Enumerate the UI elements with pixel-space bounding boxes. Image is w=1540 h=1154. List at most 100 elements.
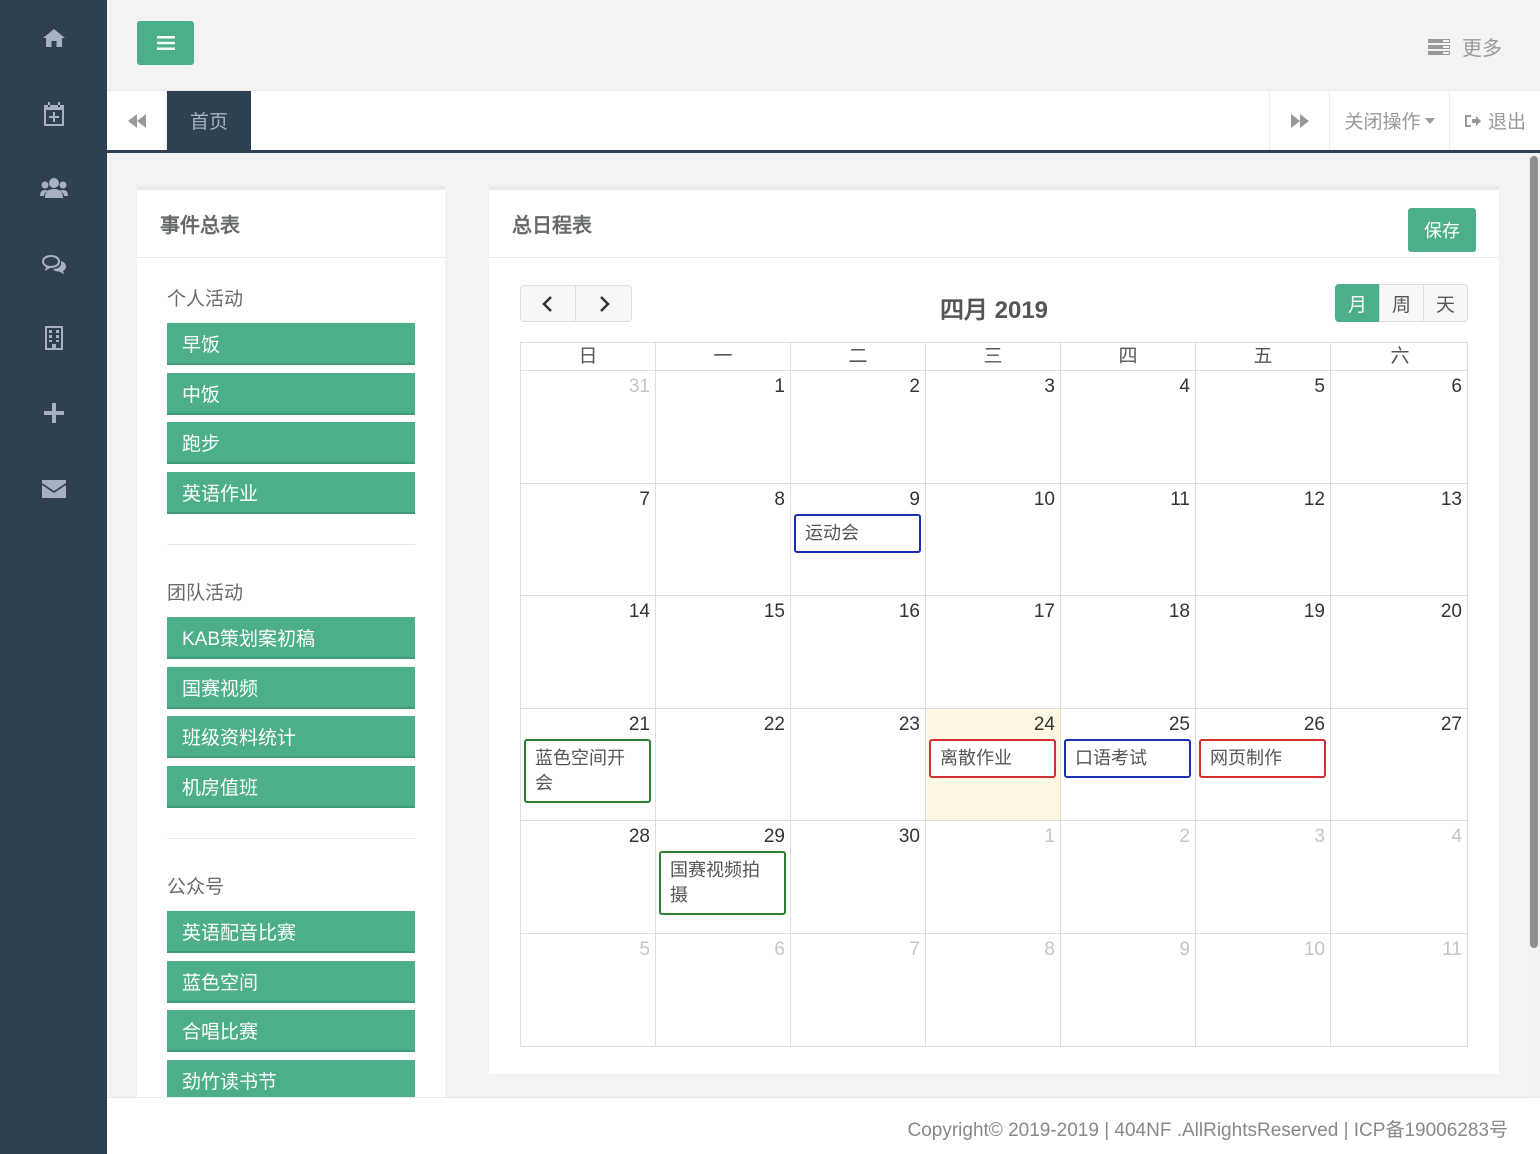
day-cell[interactable]: 7 bbox=[521, 483, 656, 595]
more-menu[interactable]: 更多 bbox=[1428, 32, 1502, 61]
day-cell[interactable]: 30 bbox=[791, 821, 926, 933]
day-cell[interactable]: 2 bbox=[1061, 821, 1196, 933]
external-event-item[interactable]: 英语作业 bbox=[167, 472, 415, 514]
day-cell[interactable]: 26 网页制作 bbox=[1196, 708, 1331, 820]
day-number: 4 bbox=[1451, 826, 1462, 847]
day-number: 3 bbox=[1314, 826, 1325, 847]
day-cell[interactable]: 22 bbox=[656, 708, 791, 820]
day-cell[interactable]: 4 bbox=[1331, 821, 1467, 933]
external-event-item[interactable]: 早饭 bbox=[167, 323, 415, 365]
weekday-header: 日 一 二 三 四 五 六 bbox=[520, 342, 1468, 370]
external-event-item[interactable]: 跑步 bbox=[167, 422, 415, 464]
day-cell-today[interactable]: 24 离散作业 bbox=[926, 708, 1061, 820]
sidebar-item-mail[interactable] bbox=[0, 469, 107, 509]
view-week-button[interactable]: 周 bbox=[1379, 284, 1424, 322]
external-event-item[interactable]: 合唱比赛 bbox=[167, 1010, 415, 1052]
external-event-item[interactable]: 国赛视频 bbox=[167, 667, 415, 709]
day-number: 28 bbox=[628, 826, 650, 847]
day-cell[interactable]: 20 bbox=[1331, 596, 1467, 708]
day-cell[interactable]: 19 bbox=[1196, 596, 1331, 708]
week-row: 5 6 7 8 9 10 11 bbox=[521, 933, 1467, 1047]
day-cell[interactable]: 23 bbox=[791, 708, 926, 820]
day-number: 5 bbox=[1314, 376, 1325, 397]
day-cell[interactable]: 18 bbox=[1061, 596, 1196, 708]
calendar-grid: 日 一 二 三 四 五 六 31 1 2 3 4 5 6 7 8 9 运动会 1… bbox=[520, 342, 1468, 1047]
sidebar-item-add[interactable] bbox=[0, 393, 107, 433]
more-label: 更多 bbox=[1462, 38, 1502, 60]
calendar-event[interactable]: 口语考试 bbox=[1064, 738, 1191, 778]
sidebar-item-comments[interactable] bbox=[0, 244, 107, 284]
calendar-event[interactable]: 离散作业 bbox=[929, 738, 1056, 778]
day-number: 4 bbox=[1179, 376, 1190, 397]
calendar-event[interactable]: 国赛视频拍摄 bbox=[659, 851, 786, 915]
day-number: 15 bbox=[763, 601, 785, 622]
external-event-item[interactable]: KAB策划案初稿 bbox=[167, 617, 415, 659]
events-panel: 事件总表 个人活动 早饭 中饭 跑步 英语作业 团队活动 KAB策划案初稿 国赛… bbox=[137, 186, 445, 1097]
day-cell[interactable]: 6 bbox=[656, 933, 791, 1046]
calendar-view-switcher: 月 周 天 bbox=[1335, 284, 1468, 322]
day-cell[interactable]: 29 国赛视频拍摄 bbox=[656, 821, 791, 933]
save-button[interactable]: 保存 bbox=[1408, 208, 1476, 252]
external-event-item[interactable]: 蓝色空间 bbox=[167, 961, 415, 1003]
calendar-event[interactable]: 蓝色空间开会 bbox=[524, 738, 651, 803]
tab-home[interactable]: 首页 bbox=[167, 91, 251, 150]
day-cell[interactable]: 2 bbox=[791, 371, 926, 483]
day-cell[interactable]: 3 bbox=[926, 371, 1061, 483]
day-cell[interactable]: 8 bbox=[656, 483, 791, 595]
day-number: 9 bbox=[909, 488, 920, 510]
day-cell[interactable]: 9 bbox=[1061, 933, 1196, 1046]
sign-out-icon bbox=[1464, 114, 1481, 127]
day-cell[interactable]: 14 bbox=[521, 596, 656, 708]
day-cell[interactable]: 13 bbox=[1331, 484, 1467, 596]
calendar-panel-title: 总日程表 bbox=[489, 190, 1499, 258]
external-event-item[interactable]: 班级资料统计 bbox=[167, 716, 415, 758]
day-cell[interactable]: 5 bbox=[521, 933, 656, 1046]
close-operations-dropdown[interactable]: 关闭操作 bbox=[1329, 91, 1449, 150]
day-cell[interactable]: 7 bbox=[791, 933, 926, 1046]
external-event-item[interactable]: 劲竹读书节 bbox=[167, 1060, 415, 1097]
day-cell[interactable]: 4 bbox=[1061, 371, 1196, 483]
day-cell[interactable]: 1 bbox=[926, 821, 1061, 933]
day-cell[interactable]: 25 口语考试 bbox=[1061, 708, 1196, 820]
tabs-scroll-left-button[interactable] bbox=[107, 91, 167, 150]
sidebar-item-users[interactable] bbox=[0, 168, 107, 208]
list-icon bbox=[1428, 38, 1450, 55]
day-cell[interactable]: 28 bbox=[521, 821, 656, 933]
section-title-team: 团队活动 bbox=[167, 583, 244, 604]
external-event-item[interactable]: 中饭 bbox=[167, 373, 415, 415]
day-cell[interactable]: 31 bbox=[521, 371, 656, 483]
day-cell[interactable]: 8 bbox=[926, 933, 1061, 1046]
sidebar-item-calendar[interactable] bbox=[0, 94, 107, 134]
day-number: 16 bbox=[898, 601, 920, 622]
external-event-item[interactable]: 机房值班 bbox=[167, 766, 415, 808]
day-cell[interactable]: 17 bbox=[926, 596, 1061, 708]
page-scrollbar-thumb[interactable] bbox=[1530, 156, 1538, 948]
calendar-event[interactable]: 网页制作 bbox=[1199, 738, 1326, 778]
day-cell[interactable]: 5 bbox=[1196, 371, 1331, 483]
day-number: 19 bbox=[1303, 601, 1325, 622]
calendar-event[interactable]: 运动会 bbox=[794, 513, 921, 553]
day-cell[interactable]: 15 bbox=[656, 596, 791, 708]
logout-button[interactable]: 退出 bbox=[1449, 91, 1540, 150]
day-number: 8 bbox=[1044, 938, 1055, 960]
day-cell[interactable]: 10 bbox=[1196, 933, 1331, 1046]
day-cell[interactable]: 16 bbox=[791, 596, 926, 708]
day-cell[interactable]: 9 运动会 bbox=[791, 483, 926, 595]
day-cell[interactable]: 3 bbox=[1196, 821, 1331, 933]
day-number: 1 bbox=[774, 376, 785, 397]
day-cell[interactable]: 6 bbox=[1331, 371, 1467, 483]
day-cell[interactable]: 27 bbox=[1331, 709, 1467, 821]
day-cell[interactable]: 11 bbox=[1331, 934, 1467, 1047]
day-cell[interactable]: 10 bbox=[926, 483, 1061, 595]
sidebar-item-home[interactable] bbox=[0, 18, 107, 58]
external-event-item[interactable]: 英语配音比赛 bbox=[167, 911, 415, 953]
tabs-scroll-right-button[interactable] bbox=[1269, 91, 1329, 150]
view-day-button[interactable]: 天 bbox=[1423, 284, 1468, 322]
day-cell[interactable]: 11 bbox=[1061, 483, 1196, 595]
day-cell[interactable]: 1 bbox=[656, 371, 791, 483]
day-cell[interactable]: 21 蓝色空间开会 bbox=[521, 708, 656, 820]
menu-toggle-button[interactable] bbox=[137, 21, 194, 65]
day-cell[interactable]: 12 bbox=[1196, 483, 1331, 595]
view-month-button[interactable]: 月 bbox=[1335, 284, 1380, 322]
sidebar-item-building[interactable] bbox=[0, 318, 107, 358]
